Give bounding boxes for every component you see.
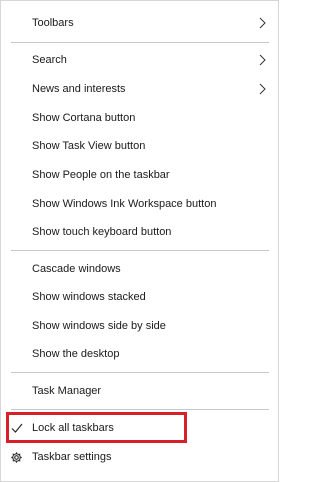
gear-icon [11, 452, 22, 463]
menu-item-label: Search [32, 54, 67, 66]
chevron-right-icon [259, 83, 266, 95]
menu-item-label: Show touch keyboard button [32, 226, 172, 238]
taskbar-context-menu: Toolbars Search News and interests Show … [0, 0, 279, 482]
menu-item-label: Show Task View button [32, 140, 146, 152]
menu-separator [11, 372, 269, 373]
menu-item-show-cortana-button[interactable]: Show Cortana button [1, 104, 278, 132]
menu-item-toolbars[interactable]: Toolbars [1, 9, 278, 37]
menu-item-taskbar-settings[interactable]: Taskbar settings [1, 443, 278, 471]
menu-item-show-the-desktop[interactable]: Show the desktop [1, 340, 278, 368]
menu-item-news-and-interests[interactable]: News and interests [1, 75, 278, 103]
menu-separator [11, 409, 269, 410]
chevron-right-icon [259, 54, 266, 66]
menu-separator [11, 250, 269, 251]
menu-item-show-windows-ink[interactable]: Show Windows Ink Workspace button [1, 190, 278, 218]
highlight-box [6, 412, 187, 443]
chevron-right-icon [259, 17, 266, 29]
menu-separator [11, 42, 269, 43]
menu-item-show-task-view-button[interactable]: Show Task View button [1, 132, 278, 160]
menu-item-label: Taskbar settings [32, 451, 112, 463]
menu-item-show-windows-stacked[interactable]: Show windows stacked [1, 283, 278, 311]
menu-item-label: Show Windows Ink Workspace button [32, 198, 217, 210]
menu-item-label: Toolbars [32, 17, 74, 29]
menu-item-label: Show People on the taskbar [32, 169, 170, 181]
menu-item-label: Show the desktop [32, 348, 120, 360]
menu-item-show-windows-side-by-side[interactable]: Show windows side by side [1, 312, 278, 340]
menu-item-label: Cascade windows [32, 263, 121, 275]
menu-item-label: News and interests [32, 83, 126, 95]
menu-item-cascade-windows[interactable]: Cascade windows [1, 255, 278, 283]
menu-item-show-touch-keyboard[interactable]: Show touch keyboard button [1, 218, 278, 246]
menu-item-task-manager[interactable]: Task Manager [1, 377, 278, 405]
menu-item-label: Show windows stacked [32, 291, 146, 303]
menu-item-show-people[interactable]: Show People on the taskbar [1, 161, 278, 189]
menu-item-label: Show windows side by side [32, 320, 166, 332]
menu-item-label: Show Cortana button [32, 112, 136, 124]
menu-item-search[interactable]: Search [1, 46, 278, 74]
menu-item-label: Task Manager [32, 385, 102, 397]
